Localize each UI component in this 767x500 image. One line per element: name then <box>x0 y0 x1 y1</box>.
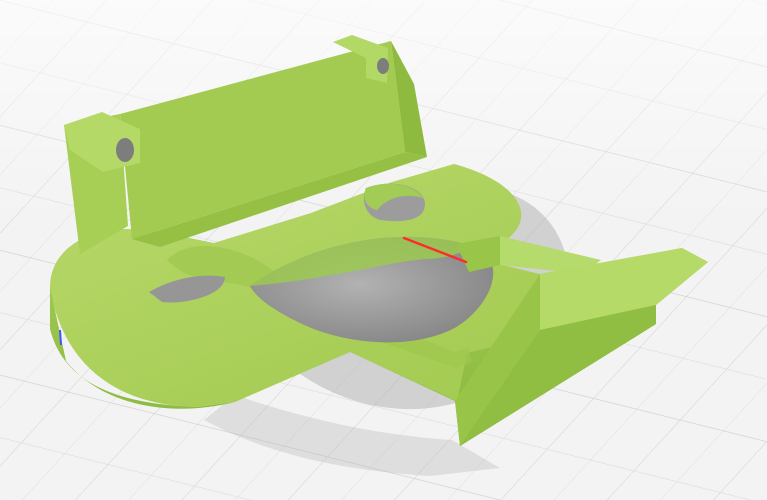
3d-scene-canvas[interactable] <box>0 0 767 500</box>
top-right-mount-hole <box>377 58 389 74</box>
top-left-mount-hole <box>116 138 134 162</box>
3d-viewport[interactable] <box>0 0 767 500</box>
edge-accent <box>59 329 62 346</box>
